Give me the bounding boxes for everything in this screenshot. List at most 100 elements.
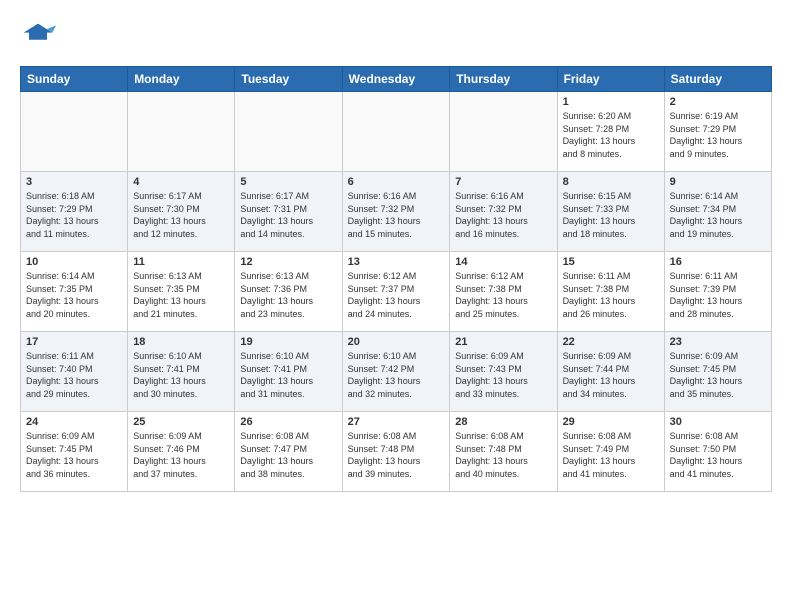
calendar-cell: 26 Sunrise: 6:08 AM Sunset: 7:47 PM Dayli… bbox=[235, 412, 342, 492]
week-row-3: 10 Sunrise: 6:14 AM Sunset: 7:35 PM Dayli… bbox=[21, 252, 772, 332]
week-row-2: 3 Sunrise: 6:18 AM Sunset: 7:29 PM Daylig… bbox=[21, 172, 772, 252]
day-number: 19 bbox=[240, 336, 336, 348]
day-info: Sunrise: 6:10 AM Sunset: 7:42 PM Dayligh… bbox=[348, 350, 445, 400]
calendar-cell: 20 Sunrise: 6:10 AM Sunset: 7:42 PM Dayli… bbox=[342, 332, 450, 412]
week-row-5: 24 Sunrise: 6:09 AM Sunset: 7:45 PM Dayli… bbox=[21, 412, 772, 492]
day-number: 30 bbox=[670, 416, 766, 428]
logo-icon bbox=[20, 20, 56, 56]
day-info: Sunrise: 6:12 AM Sunset: 7:37 PM Dayligh… bbox=[348, 270, 445, 320]
day-info: Sunrise: 6:14 AM Sunset: 7:35 PM Dayligh… bbox=[26, 270, 122, 320]
calendar-cell bbox=[342, 92, 450, 172]
calendar-cell: 17 Sunrise: 6:11 AM Sunset: 7:40 PM Dayli… bbox=[21, 332, 128, 412]
calendar-cell: 8 Sunrise: 6:15 AM Sunset: 7:33 PM Daylig… bbox=[557, 172, 664, 252]
day-info: Sunrise: 6:08 AM Sunset: 7:47 PM Dayligh… bbox=[240, 430, 336, 480]
day-info: Sunrise: 6:12 AM Sunset: 7:38 PM Dayligh… bbox=[455, 270, 551, 320]
day-info: Sunrise: 6:15 AM Sunset: 7:33 PM Dayligh… bbox=[563, 190, 659, 240]
day-number: 25 bbox=[133, 416, 229, 428]
calendar-cell: 19 Sunrise: 6:10 AM Sunset: 7:41 PM Dayli… bbox=[235, 332, 342, 412]
calendar-cell bbox=[128, 92, 235, 172]
week-row-1: 1Sunrise: 6:20 AM Sunset: 7:28 PM Daylig… bbox=[21, 92, 772, 172]
day-info: Sunrise: 6:09 AM Sunset: 7:45 PM Dayligh… bbox=[670, 350, 766, 400]
day-info: Sunrise: 6:17 AM Sunset: 7:31 PM Dayligh… bbox=[240, 190, 336, 240]
day-info: Sunrise: 6:08 AM Sunset: 7:49 PM Dayligh… bbox=[563, 430, 659, 480]
day-number: 10 bbox=[26, 256, 122, 268]
day-number: 22 bbox=[563, 336, 659, 348]
day-number: 24 bbox=[26, 416, 122, 428]
day-info: Sunrise: 6:18 AM Sunset: 7:29 PM Dayligh… bbox=[26, 190, 122, 240]
day-number: 21 bbox=[455, 336, 551, 348]
calendar: SundayMondayTuesdayWednesdayThursdayFrid… bbox=[20, 66, 772, 492]
header bbox=[20, 16, 772, 56]
calendar-cell: 7 Sunrise: 6:16 AM Sunset: 7:32 PM Daylig… bbox=[450, 172, 557, 252]
day-number: 17 bbox=[26, 336, 122, 348]
day-number: 7 bbox=[455, 176, 551, 188]
day-number: 16 bbox=[670, 256, 766, 268]
weekday-header-sunday: Sunday bbox=[21, 67, 128, 92]
day-info: Sunrise: 6:16 AM Sunset: 7:32 PM Dayligh… bbox=[455, 190, 551, 240]
day-number: 23 bbox=[670, 336, 766, 348]
calendar-cell: 1Sunrise: 6:20 AM Sunset: 7:28 PM Daylig… bbox=[557, 92, 664, 172]
calendar-cell: 23 Sunrise: 6:09 AM Sunset: 7:45 PM Dayli… bbox=[664, 332, 771, 412]
weekday-header-monday: Monday bbox=[128, 67, 235, 92]
calendar-cell: 24 Sunrise: 6:09 AM Sunset: 7:45 PM Dayli… bbox=[21, 412, 128, 492]
calendar-cell: 28Sunrise: 6:08 AM Sunset: 7:48 PM Dayli… bbox=[450, 412, 557, 492]
day-number: 18 bbox=[133, 336, 229, 348]
day-number: 14 bbox=[455, 256, 551, 268]
day-number: 3 bbox=[26, 176, 122, 188]
calendar-cell: 11 Sunrise: 6:13 AM Sunset: 7:35 PM Dayli… bbox=[128, 252, 235, 332]
calendar-cell: 9 Sunrise: 6:14 AM Sunset: 7:34 PM Daylig… bbox=[664, 172, 771, 252]
day-number: 20 bbox=[348, 336, 445, 348]
logo bbox=[20, 20, 58, 56]
day-number: 9 bbox=[670, 176, 766, 188]
day-number: 8 bbox=[563, 176, 659, 188]
day-info: Sunrise: 6:09 AM Sunset: 7:43 PM Dayligh… bbox=[455, 350, 551, 400]
day-number: 5 bbox=[240, 176, 336, 188]
weekday-header-saturday: Saturday bbox=[664, 67, 771, 92]
calendar-cell: 12 Sunrise: 6:13 AM Sunset: 7:36 PM Dayli… bbox=[235, 252, 342, 332]
calendar-cell: 30 Sunrise: 6:08 AM Sunset: 7:50 PM Dayli… bbox=[664, 412, 771, 492]
day-info: Sunrise: 6:09 AM Sunset: 7:44 PM Dayligh… bbox=[563, 350, 659, 400]
calendar-cell: 15 Sunrise: 6:11 AM Sunset: 7:38 PM Dayli… bbox=[557, 252, 664, 332]
day-number: 26 bbox=[240, 416, 336, 428]
calendar-cell: 13 Sunrise: 6:12 AM Sunset: 7:37 PM Dayli… bbox=[342, 252, 450, 332]
day-info: Sunrise: 6:14 AM Sunset: 7:34 PM Dayligh… bbox=[670, 190, 766, 240]
day-number: 12 bbox=[240, 256, 336, 268]
day-info: Sunrise: 6:10 AM Sunset: 7:41 PM Dayligh… bbox=[240, 350, 336, 400]
calendar-cell: 2Sunrise: 6:19 AM Sunset: 7:29 PM Daylig… bbox=[664, 92, 771, 172]
day-number: 27 bbox=[348, 416, 445, 428]
calendar-cell: 21 Sunrise: 6:09 AM Sunset: 7:43 PM Dayli… bbox=[450, 332, 557, 412]
weekday-header-row: SundayMondayTuesdayWednesdayThursdayFrid… bbox=[21, 67, 772, 92]
calendar-cell: 29 Sunrise: 6:08 AM Sunset: 7:49 PM Dayli… bbox=[557, 412, 664, 492]
day-number: 13 bbox=[348, 256, 445, 268]
day-number: 29 bbox=[563, 416, 659, 428]
day-info: Sunrise: 6:17 AM Sunset: 7:30 PM Dayligh… bbox=[133, 190, 229, 240]
calendar-cell: 27 Sunrise: 6:08 AM Sunset: 7:48 PM Dayli… bbox=[342, 412, 450, 492]
calendar-cell: 10 Sunrise: 6:14 AM Sunset: 7:35 PM Dayli… bbox=[21, 252, 128, 332]
weekday-header-wednesday: Wednesday bbox=[342, 67, 450, 92]
day-info: Sunrise: 6:08 AM Sunset: 7:50 PM Dayligh… bbox=[670, 430, 766, 480]
day-info: Sunrise: 6:13 AM Sunset: 7:35 PM Dayligh… bbox=[133, 270, 229, 320]
calendar-cell: 4Sunrise: 6:17 AM Sunset: 7:30 PM Daylig… bbox=[128, 172, 235, 252]
weekday-header-friday: Friday bbox=[557, 67, 664, 92]
calendar-cell: 5 Sunrise: 6:17 AM Sunset: 7:31 PM Daylig… bbox=[235, 172, 342, 252]
day-info: Sunrise: 6:10 AM Sunset: 7:41 PM Dayligh… bbox=[133, 350, 229, 400]
day-info: Sunrise: 6:09 AM Sunset: 7:45 PM Dayligh… bbox=[26, 430, 122, 480]
page: SundayMondayTuesdayWednesdayThursdayFrid… bbox=[0, 0, 792, 508]
calendar-cell: 18 Sunrise: 6:10 AM Sunset: 7:41 PM Dayli… bbox=[128, 332, 235, 412]
day-info: Sunrise: 6:08 AM Sunset: 7:48 PM Dayligh… bbox=[348, 430, 445, 480]
day-info: Sunrise: 6:08 AM Sunset: 7:48 PM Dayligh… bbox=[455, 430, 551, 480]
day-number: 6 bbox=[348, 176, 445, 188]
calendar-cell bbox=[450, 92, 557, 172]
day-info: Sunrise: 6:09 AM Sunset: 7:46 PM Dayligh… bbox=[133, 430, 229, 480]
day-info: Sunrise: 6:11 AM Sunset: 7:40 PM Dayligh… bbox=[26, 350, 122, 400]
day-info: Sunrise: 6:20 AM Sunset: 7:28 PM Dayligh… bbox=[563, 110, 659, 160]
day-info: Sunrise: 6:11 AM Sunset: 7:38 PM Dayligh… bbox=[563, 270, 659, 320]
day-info: Sunrise: 6:13 AM Sunset: 7:36 PM Dayligh… bbox=[240, 270, 336, 320]
calendar-cell: 14 Sunrise: 6:12 AM Sunset: 7:38 PM Dayli… bbox=[450, 252, 557, 332]
calendar-cell bbox=[235, 92, 342, 172]
day-number: 15 bbox=[563, 256, 659, 268]
calendar-cell: 6Sunrise: 6:16 AM Sunset: 7:32 PM Daylig… bbox=[342, 172, 450, 252]
day-info: Sunrise: 6:11 AM Sunset: 7:39 PM Dayligh… bbox=[670, 270, 766, 320]
day-number: 11 bbox=[133, 256, 229, 268]
day-number: 2 bbox=[670, 96, 766, 108]
